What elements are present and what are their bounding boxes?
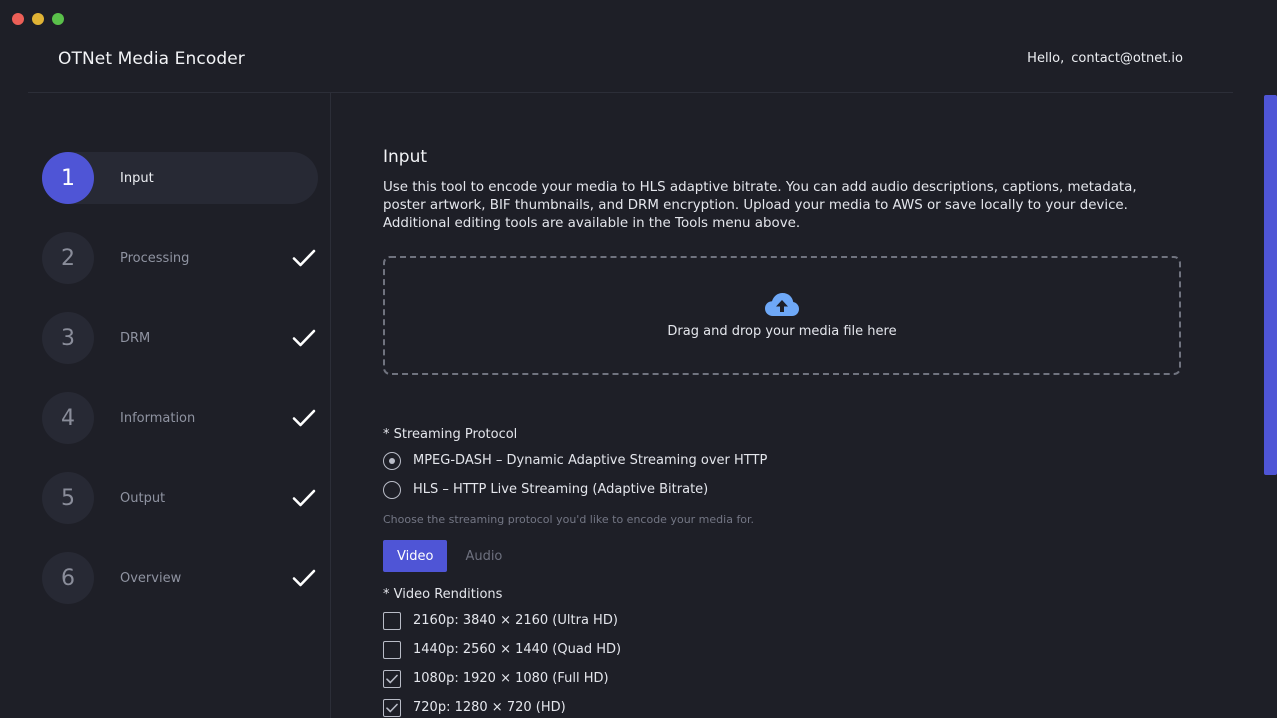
checkbox[interactable] <box>383 640 401 659</box>
radio-button[interactable] <box>383 480 401 499</box>
greeting-text: Hello, <box>1027 51 1065 66</box>
checkmark-icon <box>386 703 398 712</box>
checkmark-icon <box>292 569 316 587</box>
checkmark-icon <box>292 409 316 427</box>
cloud-upload-icon <box>765 293 799 316</box>
step-label: Processing <box>120 250 190 266</box>
step-navigation: 1 Input 2 Processing 3 DRM 4 Information… <box>42 152 318 632</box>
window-controls <box>12 13 64 25</box>
sidebar-divider <box>330 93 331 718</box>
checkbox-label: 2160p: 3840 × 2160 (Ultra HD) <box>413 613 618 628</box>
section-title: Input <box>383 147 428 167</box>
protocol-radio-group: MPEG-DASH – Dynamic Adaptive Streaming o… <box>383 446 1183 504</box>
tab-video[interactable]: Video <box>383 540 448 572</box>
checkbox-label: 1440p: 2560 × 1440 (Quad HD) <box>413 642 622 657</box>
main-content: Input Use this tool to encode your media… <box>383 147 1183 718</box>
step-output[interactable]: 5 Output <box>42 472 318 524</box>
step-label: Overview <box>120 570 182 586</box>
rendition-option-720p[interactable]: 720p: 1280 × 720 (HD) <box>383 693 1183 718</box>
checkbox[interactable] <box>383 698 401 717</box>
step-number: 6 <box>42 552 94 604</box>
rendition-option-1080p[interactable]: 1080p: 1920 × 1080 (Full HD) <box>383 664 1183 693</box>
user-email[interactable]: contact@otnet.io <box>1071 51 1183 66</box>
protocol-option-dash[interactable]: MPEG-DASH – Dynamic Adaptive Streaming o… <box>383 446 1183 475</box>
rendition-option-2160p[interactable]: 2160p: 3840 × 2160 (Ultra HD) <box>383 606 1183 635</box>
streaming-protocol-label: * Streaming Protocol <box>383 427 518 442</box>
step-number: 3 <box>42 312 94 364</box>
step-information[interactable]: 4 Information <box>42 392 318 444</box>
user-greeting: Hello, contact@otnet.io <box>1027 51 1183 66</box>
step-input[interactable]: 1 Input <box>42 152 318 204</box>
step-overview[interactable]: 6 Overview <box>42 552 318 604</box>
step-drm[interactable]: 3 DRM <box>42 312 318 364</box>
close-window-button[interactable] <box>12 13 24 25</box>
radio-label: HLS – HTTP Live Streaming (Adaptive Bitr… <box>413 482 709 497</box>
app-title: OTNet Media Encoder <box>58 49 245 69</box>
checkmark-icon <box>292 329 316 347</box>
checkbox[interactable] <box>383 611 401 630</box>
section-description: Use this tool to encode your media to HL… <box>383 180 1137 231</box>
step-number: 5 <box>42 472 94 524</box>
maximize-window-button[interactable] <box>52 13 64 25</box>
step-label: Output <box>120 490 166 506</box>
minimize-window-button[interactable] <box>32 13 44 25</box>
dropzone-text: Drag and drop your media file here <box>667 324 897 339</box>
radio-button[interactable] <box>383 451 401 470</box>
checkmark-icon <box>292 489 316 507</box>
protocol-hint: Choose the streaming protocol you'd like… <box>383 513 755 526</box>
radio-label: MPEG-DASH – Dynamic Adaptive Streaming o… <box>413 453 768 468</box>
checkbox-label: 720p: 1280 × 720 (HD) <box>413 700 566 715</box>
step-processing[interactable]: 2 Processing <box>42 232 318 284</box>
media-dropzone[interactable]: Drag and drop your media file here <box>383 256 1181 375</box>
scrollbar-thumb[interactable] <box>1264 95 1277 475</box>
protocol-option-hls[interactable]: HLS – HTTP Live Streaming (Adaptive Bitr… <box>383 475 1183 504</box>
media-type-tabs: Video Audio <box>383 540 1183 572</box>
step-number: 2 <box>42 232 94 284</box>
checkmark-icon <box>386 674 398 683</box>
checkbox-label: 1080p: 1920 × 1080 (Full HD) <box>413 671 609 686</box>
checkmark-icon <box>292 249 316 267</box>
step-label: Input <box>120 170 154 186</box>
step-label: DRM <box>120 330 151 346</box>
step-number: 4 <box>42 392 94 444</box>
tab-audio[interactable]: Audio <box>451 540 516 572</box>
video-renditions-label: * Video Renditions <box>383 587 503 602</box>
step-number: 1 <box>42 152 94 204</box>
checkbox[interactable] <box>383 669 401 688</box>
rendition-option-1440p[interactable]: 1440p: 2560 × 1440 (Quad HD) <box>383 635 1183 664</box>
header-divider <box>28 92 1233 93</box>
step-label: Information <box>120 410 196 426</box>
renditions-checkbox-group: 2160p: 3840 × 2160 (Ultra HD) 1440p: 256… <box>383 606 1183 718</box>
